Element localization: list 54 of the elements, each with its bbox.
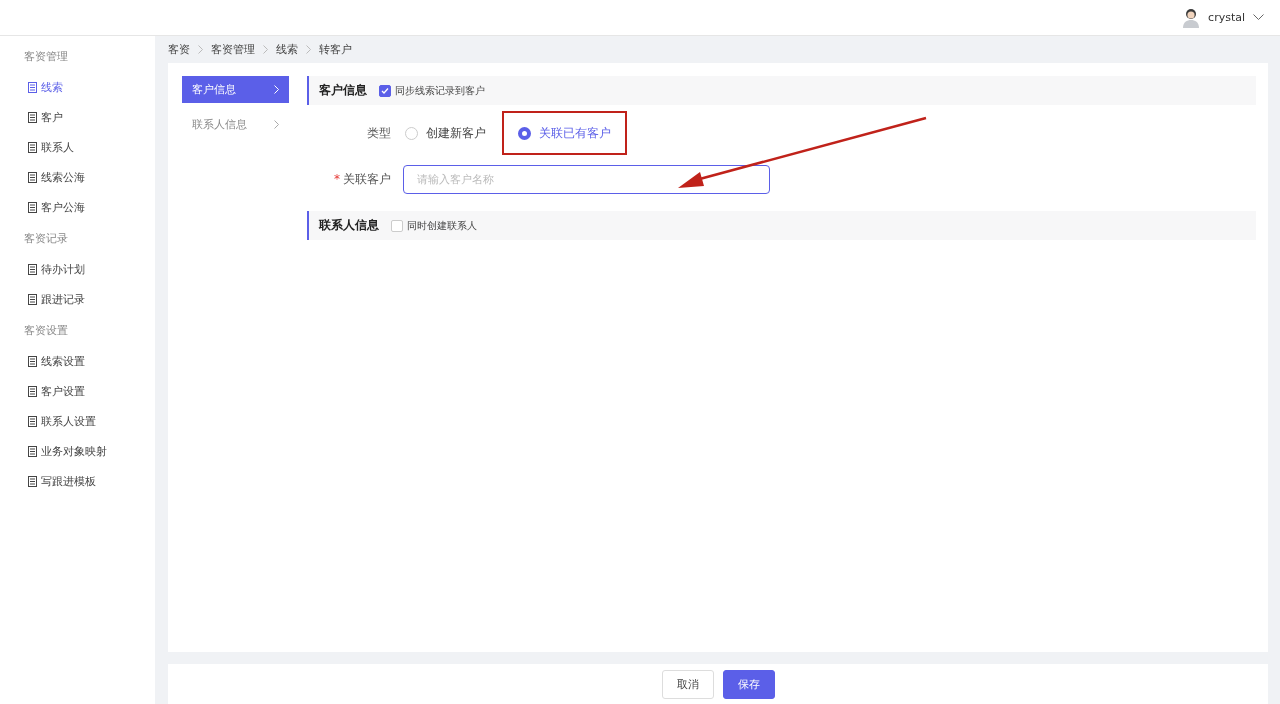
sidebar-item[interactable]: 联系人设置 [0, 406, 155, 436]
sync-checkbox[interactable]: 同步线索记录到客户 [379, 83, 485, 98]
chevron-right-icon [263, 45, 268, 54]
checkmark-icon [381, 86, 389, 95]
sidebar-group-title: 客资记录 [23, 230, 69, 247]
document-icon [28, 355, 37, 367]
breadcrumb-item[interactable]: 客资 [168, 42, 190, 57]
document-icon [28, 141, 37, 153]
document-icon [28, 445, 37, 457]
document-icon [28, 475, 37, 487]
field-label: 类型 [366, 124, 392, 142]
document-icon [28, 385, 37, 397]
document-icon [28, 111, 37, 123]
required-mark: * [334, 171, 340, 186]
sidebar-item[interactable]: 线索 [0, 72, 155, 102]
chevron-down-icon[interactable] [1253, 14, 1264, 21]
document-icon [28, 415, 37, 427]
document-icon [28, 81, 37, 93]
chevron-right-icon [306, 45, 311, 54]
section-title: 客户信息 [319, 82, 367, 99]
field-label: * 关联客户 [333, 170, 392, 188]
chevron-right-icon [274, 85, 279, 94]
chevron-right-icon [274, 120, 279, 129]
breadcrumb-item[interactable]: 线索 [276, 42, 298, 57]
sidebar-item[interactable]: 业务对象映射 [0, 436, 155, 466]
sidebar-item[interactable]: 联系人 [0, 132, 155, 162]
sidebar-group-title: 客资管理 [23, 48, 69, 65]
breadcrumb-item: 转客户 [319, 42, 352, 57]
document-icon [28, 293, 37, 305]
sidebar-item[interactable]: 线索公海 [0, 162, 155, 192]
sidebar-item[interactable]: 线索设置 [0, 346, 155, 376]
avatar-icon[interactable] [1182, 7, 1201, 28]
document-icon [28, 171, 37, 183]
customer-input-field[interactable]: 请输入客户名称 [403, 164, 770, 194]
sidebar-item[interactable]: 跟进记录 [0, 284, 155, 314]
document-icon [28, 201, 37, 213]
section-nav-item[interactable]: 客户信息 [182, 76, 289, 103]
sidebar-item[interactable]: 写跟进模板 [0, 466, 155, 496]
sync-checkbox[interactable]: 同时创建联系人 [391, 218, 477, 233]
sidebar-item[interactable]: 客户设置 [0, 376, 155, 406]
breadcrumb-item[interactable]: 客资管理 [211, 42, 255, 57]
section-nav-item[interactable]: 联系人信息 [182, 111, 289, 138]
radio-option[interactable]: 创建新客户 [403, 111, 502, 155]
sidebar-item[interactable]: 客户公海 [0, 192, 155, 222]
sidebar-item[interactable]: 待办计划 [0, 254, 155, 284]
chevron-right-icon [198, 45, 203, 54]
username[interactable]: crystal [1208, 11, 1245, 24]
cancel-button[interactable]: 取消 [661, 669, 714, 699]
sidebar-group-title: 客资设置 [23, 322, 69, 339]
sidebar-item[interactable]: 客户 [0, 102, 155, 132]
document-icon [28, 263, 37, 275]
section-title: 联系人信息 [319, 217, 379, 234]
save-button[interactable]: 保存 [722, 669, 775, 699]
radio-option[interactable]: 关联已有客户 [502, 111, 627, 155]
